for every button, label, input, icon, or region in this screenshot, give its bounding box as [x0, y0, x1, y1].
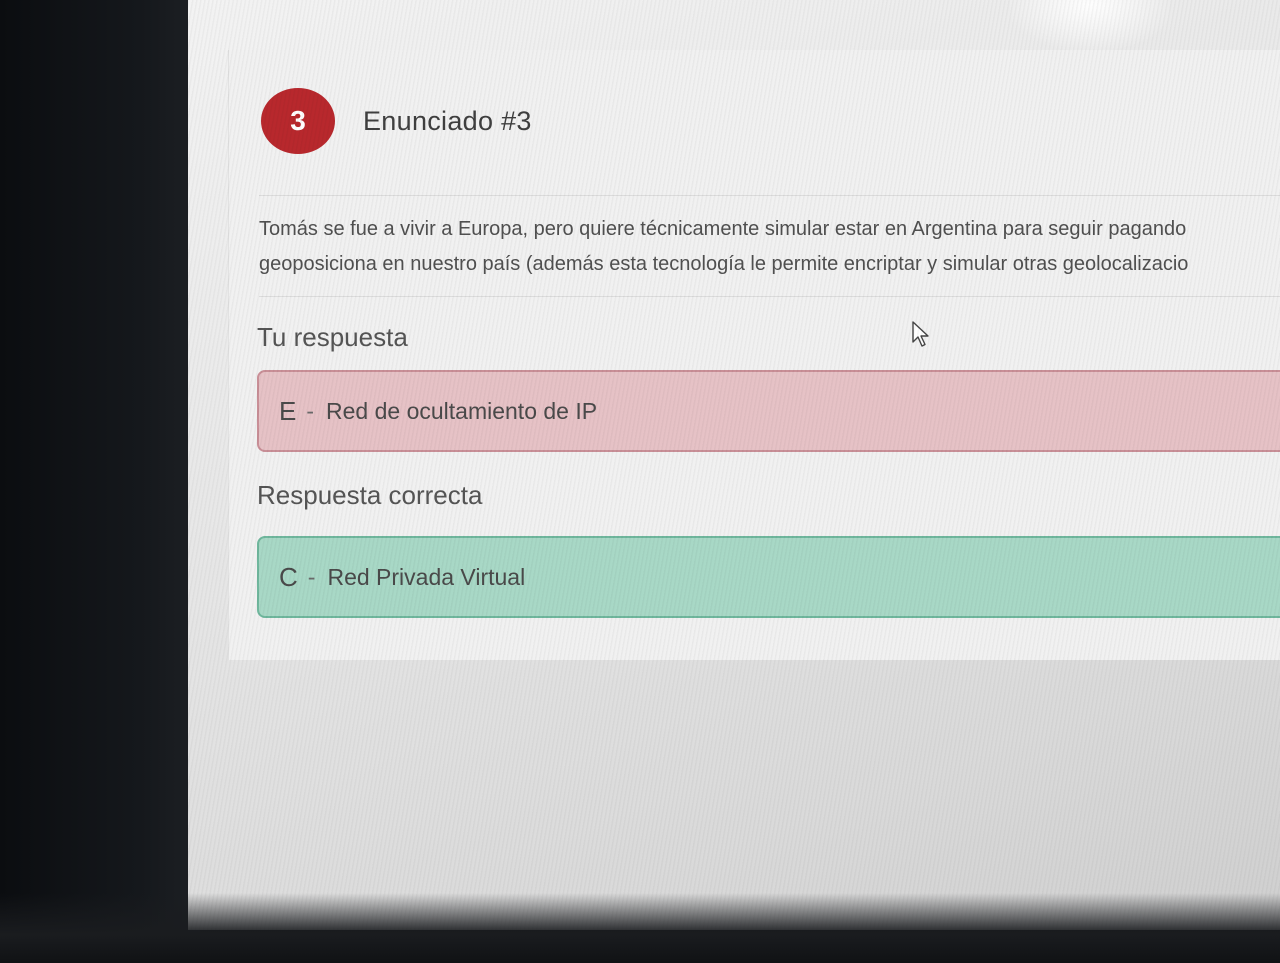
screen-glare: [1010, 0, 1170, 50]
divider: [259, 195, 1280, 196]
your-answer-label: Tu respuesta: [257, 322, 408, 352]
question-statement: Tomás se fue a vivir a Europa, pero quie…: [259, 212, 1280, 282]
monitor-bezel-bottom: [0, 893, 1280, 963]
your-answer-separator: -: [306, 397, 315, 424]
correct-answer-label: Respuesta correcta: [257, 480, 483, 510]
your-answer-text: Red de ocultamiento de IP: [326, 397, 598, 424]
question-title: Enunciado #3: [363, 106, 532, 136]
correct-answer-separator: -: [307, 563, 316, 590]
mouse-pointer-icon: [912, 321, 929, 347]
divider: [259, 296, 1280, 297]
correct-answer-letter: C: [279, 561, 298, 592]
monitor-bezel-left: [0, 0, 200, 963]
statement-line: Tomás se fue a vivir a Europa, pero quie…: [259, 218, 1187, 240]
question-card: 3 Enunciado #3 Tomás se fue a vivir a Eu…: [228, 50, 1280, 660]
statement-line: geoposiciona en nuestro país (además est…: [259, 253, 1189, 275]
screen: 3 Enunciado #3 Tomás se fue a vivir a Eu…: [188, 0, 1280, 930]
question-header: 3 Enunciado #3: [261, 88, 1261, 158]
your-answer-box: E - Red de ocultamiento de IP: [257, 370, 1280, 452]
question-number-badge: 3: [261, 88, 335, 154]
your-answer-letter: E: [279, 395, 297, 426]
correct-answer-text: Red Privada Virtual: [327, 563, 526, 590]
correct-answer-box: C - Red Privada Virtual: [257, 536, 1280, 618]
